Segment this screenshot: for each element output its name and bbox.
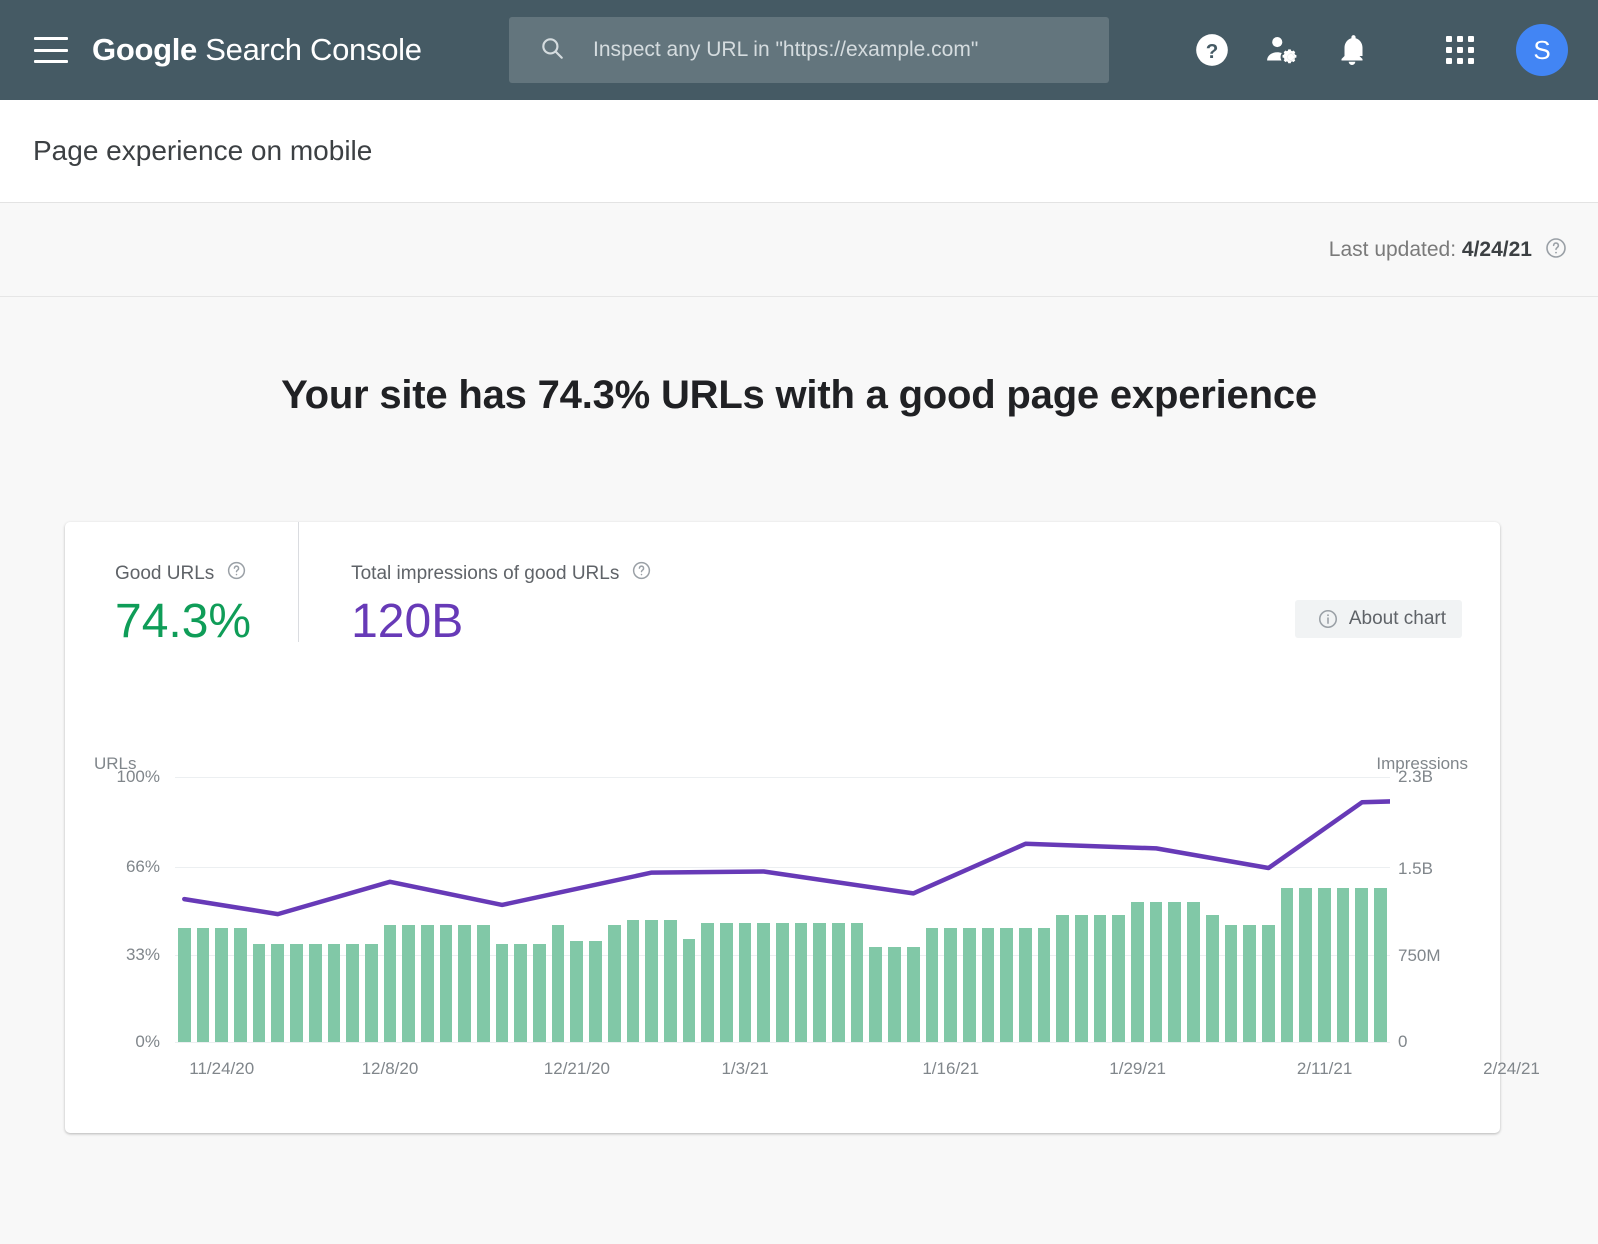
kpi-total-impressions: Total impressions of good URLs 120B <box>298 522 652 642</box>
page-experience-card: Good URLs 74.3% Total impressions of goo… <box>65 522 1500 1133</box>
y-tick-right: 0 <box>1398 1032 1468 1052</box>
avatar-initial: S <box>1533 35 1550 66</box>
page-title: Page experience on mobile <box>33 135 372 167</box>
help-outline-icon[interactable] <box>226 560 247 587</box>
last-updated-help-icon[interactable] <box>1544 236 1568 265</box>
avatar[interactable]: S <box>1516 24 1568 76</box>
google-apps-grid-icon[interactable] <box>1434 24 1486 76</box>
kpi-group: Good URLs 74.3% Total impressions of goo… <box>65 522 652 647</box>
url-inspection-search[interactable]: Inspect any URL in "https://example.com" <box>509 17 1109 83</box>
brand-logo[interactable]: Google Search Console <box>92 32 422 68</box>
y-tick-left: 100% <box>94 767 160 787</box>
x-tick: 11/24/20 <box>189 1059 254 1079</box>
kpi-good-urls-label-row: Good URLs <box>115 560 251 587</box>
kpi-total-impressions-label-row: Total impressions of good URLs <box>351 560 652 587</box>
y-tick-right: 1.5B <box>1398 859 1468 879</box>
notifications-bell-icon[interactable] <box>1326 24 1378 76</box>
last-updated-text: Last updated: 4/24/21 <box>1329 238 1532 262</box>
y-tick-left: 33% <box>94 945 160 965</box>
line-series-impressions <box>175 777 1390 1042</box>
brand-search-console: Search Console <box>197 32 422 67</box>
last-updated-value: 4/24/21 <box>1462 238 1532 261</box>
app-bar: Google Search Console Inspect any URL in… <box>0 0 1598 100</box>
x-tick: 1/16/21 <box>922 1059 979 1079</box>
x-tick: 12/8/20 <box>362 1059 419 1079</box>
kpi-good-urls: Good URLs 74.3% <box>65 522 251 647</box>
x-tick: 1/3/21 <box>721 1059 768 1079</box>
kpi-good-urls-value: 74.3% <box>115 597 251 647</box>
help-icon[interactable]: ? <box>1186 24 1238 76</box>
headline: Your site has 74.3% URLs with a good pag… <box>0 373 1598 418</box>
x-tick: 2/24/21 <box>1483 1059 1540 1079</box>
help-outline-icon[interactable] <box>631 560 652 587</box>
brand-google: Google <box>92 32 197 67</box>
y-tick-left: 0% <box>94 1032 160 1052</box>
kpi-total-impressions-label: Total impressions of good URLs <box>351 563 619 585</box>
x-tick: 12/21/20 <box>544 1059 610 1079</box>
page-experience-chart[interactable]: URLs Impressions 0%33%66%100% 0750M1.5B2… <box>65 737 1500 1127</box>
user-settings-icon[interactable] <box>1256 24 1308 76</box>
about-chart-label: About chart <box>1349 608 1446 630</box>
last-updated-bar: Last updated: 4/24/21 <box>0 204 1598 297</box>
x-tick: 2/11/21 <box>1297 1059 1352 1079</box>
search-icon <box>539 35 565 66</box>
app-bar-actions: ? S <box>1168 0 1568 100</box>
hamburger-menu-icon[interactable] <box>34 37 68 63</box>
kpi-good-urls-label: Good URLs <box>115 563 214 585</box>
x-tick: 1/29/21 <box>1109 1059 1166 1079</box>
kpi-total-impressions-value: 120B <box>351 597 652 647</box>
svg-text:?: ? <box>1206 40 1219 63</box>
search-placeholder: Inspect any URL in "https://example.com" <box>593 38 978 62</box>
plot-area <box>175 777 1390 1042</box>
info-circle-icon <box>1317 608 1339 630</box>
last-updated-label: Last updated: <box>1329 238 1456 261</box>
about-chart-button[interactable]: About chart <box>1295 600 1462 638</box>
y-tick-right: 2.3B <box>1398 767 1468 787</box>
gridline <box>175 1042 1390 1043</box>
page-title-bar: Page experience on mobile <box>0 100 1598 203</box>
y-tick-left: 66% <box>94 857 160 877</box>
y-tick-right: 750M <box>1398 946 1468 966</box>
